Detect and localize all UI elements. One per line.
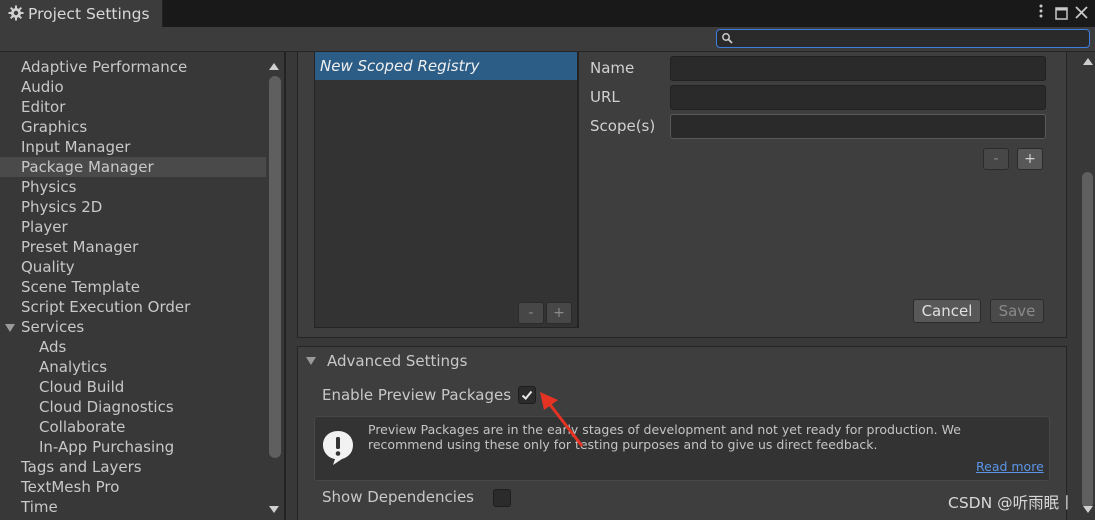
cancel-button[interactable]: Cancel	[913, 299, 981, 323]
show-dependencies-checkbox[interactable]	[493, 489, 511, 507]
sidebar-item-label: In-App Purchasing	[39, 438, 175, 456]
sidebar-item-graphics[interactable]: Graphics	[0, 117, 266, 137]
preview-help-text: Preview Packages are in the early stages…	[368, 422, 961, 452]
main-scroll-down-icon[interactable]	[1083, 506, 1093, 513]
registry-list	[314, 52, 578, 328]
annotation-arrow-icon	[540, 392, 584, 447]
url-field[interactable]	[670, 85, 1046, 110]
sidebar-item-label: Cloud Build	[39, 378, 125, 396]
sidebar-item-cloud-build[interactable]: Cloud Build	[0, 377, 266, 397]
advanced-settings-title[interactable]: Advanced Settings	[327, 352, 467, 370]
enable-preview-label: Enable Preview Packages	[322, 386, 512, 404]
main-scroll-up-icon[interactable]	[1083, 58, 1093, 65]
sidebar-item-label: Collaborate	[39, 418, 126, 436]
search-input[interactable]	[735, 30, 1085, 47]
sidebar-item-player[interactable]: Player	[0, 217, 266, 237]
scopes-field[interactable]	[670, 114, 1046, 139]
sidebar-item-label: Ads	[39, 338, 67, 356]
name-label: Name	[590, 59, 635, 77]
search-icon	[722, 33, 733, 44]
sidebar-item-input-manager[interactable]: Input Manager	[0, 137, 266, 157]
sidebar-item-label: Input Manager	[21, 138, 131, 156]
sidebar-item-label: Services	[21, 318, 85, 336]
sidebar-item-preset-manager[interactable]: Preset Manager	[0, 237, 266, 257]
read-more-link[interactable]: Read more	[976, 459, 1044, 474]
foldout-arrow-icon[interactable]	[306, 357, 316, 365]
sidebar-item-label: Analytics	[39, 358, 108, 376]
gear-icon	[8, 5, 24, 21]
sidebar-item-label: Audio	[21, 78, 64, 96]
sidebar-item-package-manager[interactable]: Package Manager	[0, 157, 266, 177]
sidebar-item-analytics[interactable]: Analytics	[0, 357, 266, 377]
sidebar-item-scene-template[interactable]: Scene Template	[0, 277, 266, 297]
sidebar-item-editor[interactable]: Editor	[0, 97, 266, 117]
sidebar-item-script-execution-order[interactable]: Script Execution Order	[0, 297, 266, 317]
sidebar-item-label: Player	[21, 218, 68, 236]
divider	[578, 52, 579, 328]
search-field[interactable]	[716, 29, 1090, 48]
remove-registry-button[interactable]: -	[518, 302, 544, 324]
sidebar-item-time[interactable]: Time	[0, 497, 266, 517]
sidebar-item-adaptive-performance[interactable]: Adaptive Performance	[0, 57, 266, 77]
scopes-label: Scope(s)	[590, 117, 656, 135]
sidebar-item-label: TextMesh Pro	[21, 478, 120, 496]
title-bar	[0, 0, 1095, 27]
sidebar-item-label: Graphics	[21, 118, 88, 136]
sidebar-item-physics-2d[interactable]: Physics 2D	[0, 197, 266, 217]
sidebar-scroll-thumb[interactable]	[269, 76, 281, 458]
sidebar-item-label: Preset Manager	[21, 238, 139, 256]
remove-scope-button[interactable]: -	[983, 148, 1009, 170]
kebab-menu-icon[interactable]	[1038, 3, 1044, 23]
sidebar-item-cloud-diagnostics[interactable]: Cloud Diagnostics	[0, 397, 266, 417]
sidebar-item-label: Scene Template	[21, 278, 140, 296]
add-registry-button[interactable]: +	[546, 302, 572, 324]
sidebar-item-label: Time	[21, 498, 58, 516]
sidebar-item-audio[interactable]: Audio	[0, 77, 266, 97]
add-scope-button[interactable]: +	[1017, 148, 1043, 170]
sidebar-item-label: Cloud Diagnostics	[39, 398, 174, 416]
show-dependencies-label: Show Dependencies	[322, 488, 474, 506]
maximize-icon[interactable]	[1055, 7, 1068, 24]
save-button[interactable]: Save	[990, 299, 1044, 323]
sidebar-item-services[interactable]: Services	[0, 317, 266, 337]
sidebar-item-label: Physics	[21, 178, 77, 196]
expand-arrow-icon[interactable]	[5, 324, 15, 332]
scroll-down-icon[interactable]	[269, 506, 279, 513]
window-title: Project Settings	[28, 5, 150, 23]
close-icon[interactable]	[1075, 6, 1088, 23]
sidebar-item-textmesh-pro[interactable]: TextMesh Pro	[0, 477, 266, 497]
sidebar-item-label: Adaptive Performance	[21, 58, 188, 76]
sidebar-item-in-app-purchasing[interactable]: In-App Purchasing	[0, 437, 266, 457]
window-tab[interactable]: Project Settings	[0, 0, 163, 27]
sidebar-item-label: Physics 2D	[21, 198, 103, 216]
sidebar-item-label: Editor	[21, 98, 66, 116]
sidebar-item-collaborate[interactable]: Collaborate	[0, 417, 266, 437]
sidebar-item-label: Package Manager	[21, 158, 154, 176]
sidebar-item-tags-and-layers[interactable]: Tags and Layers	[0, 457, 266, 477]
sidebar-item-physics[interactable]: Physics	[0, 177, 266, 197]
watermark: CSDN @听雨眠丨	[948, 494, 1075, 512]
name-field[interactable]	[670, 56, 1046, 81]
sidebar: Adaptive Performance Audio Editor Graphics I…	[0, 52, 284, 520]
main-scroll-thumb[interactable]	[1082, 172, 1093, 508]
sidebar-item-label: Tags and Layers	[21, 458, 142, 476]
sidebar-item-label: Script Execution Order	[21, 298, 191, 316]
warning-icon	[321, 429, 355, 471]
sidebar-item-ads[interactable]: Ads	[0, 337, 266, 357]
scroll-up-icon[interactable]	[269, 63, 279, 70]
sidebar-item-quality[interactable]: Quality	[0, 257, 266, 277]
sidebar-item-label: Quality	[21, 258, 75, 276]
registry-list-item[interactable]: New Scoped Registry	[315, 52, 577, 80]
url-label: URL	[590, 88, 620, 106]
